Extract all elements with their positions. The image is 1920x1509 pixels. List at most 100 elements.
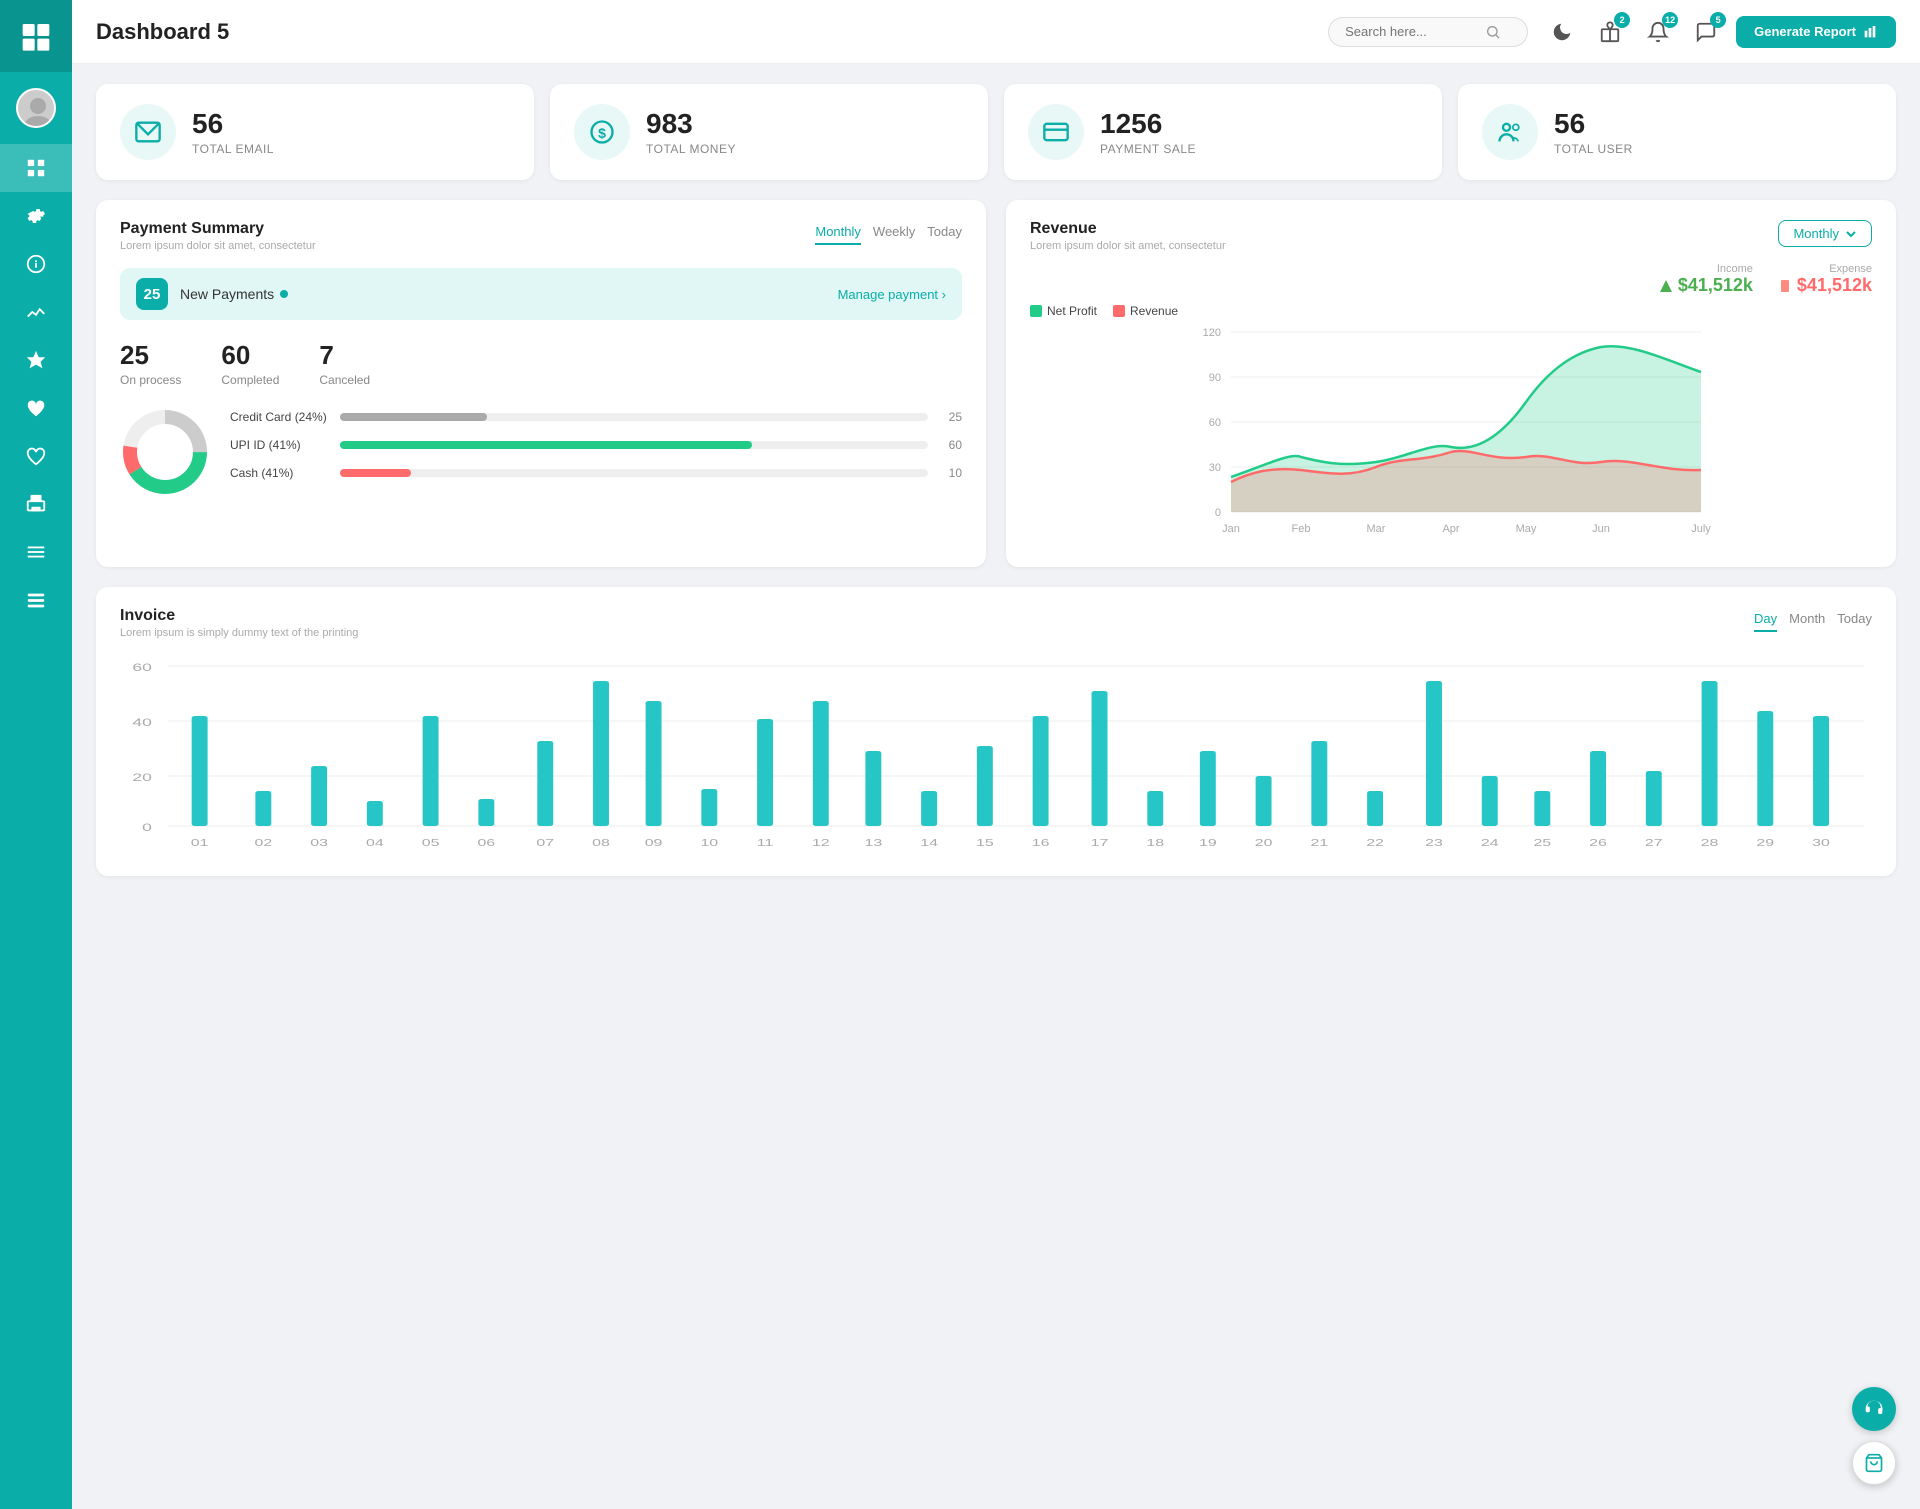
bar-upi: UPI ID (41%) 60	[230, 438, 962, 452]
sidebar-item-list[interactable]	[0, 576, 72, 624]
email-icon	[134, 118, 162, 146]
star-icon	[25, 349, 47, 371]
svg-text:Jun: Jun	[1592, 523, 1610, 535]
stat-label-money: TOTAL MONEY	[646, 142, 736, 156]
menu-icon	[25, 541, 47, 563]
search-input[interactable]	[1345, 24, 1485, 39]
stat-on-process: 25 On process	[120, 340, 181, 387]
sidebar-item-heart2[interactable]	[0, 432, 72, 480]
svg-text:60: 60	[1209, 417, 1221, 429]
svg-text:July: July	[1691, 523, 1711, 535]
sidebar	[0, 0, 72, 1509]
email-icon-wrap	[120, 104, 176, 160]
tab-today[interactable]: Today	[1837, 607, 1872, 632]
notification-btn1[interactable]: 2	[1592, 14, 1628, 50]
svg-text:04: 04	[366, 837, 384, 848]
payment-summary-card: Payment Summary Lorem ipsum dolor sit am…	[96, 200, 986, 567]
bar-cash: Cash (41%) 10	[230, 466, 962, 480]
revenue-subtitle: Lorem ipsum dolor sit amet, consectetur	[1030, 240, 1226, 252]
sidebar-item-star[interactable]	[0, 336, 72, 384]
sidebar-item-settings[interactable]	[0, 192, 72, 240]
revenue-filter-label: Monthly	[1793, 226, 1839, 241]
payment-tabs: Monthly Weekly Today	[815, 220, 962, 245]
avatar[interactable]	[16, 88, 56, 128]
income-expense: Income $41,512k Expense $41,5	[1658, 263, 1872, 296]
revenue-header: Revenue Lorem ipsum dolor sit amet, cons…	[1030, 220, 1872, 296]
svg-text:60: 60	[132, 662, 151, 674]
chart-legend: Net Profit Revenue	[1030, 304, 1872, 318]
svg-text:05: 05	[422, 837, 440, 848]
stat-value-payment: 1256	[1100, 108, 1196, 140]
stat-value-money: 983	[646, 108, 736, 140]
sidebar-item-heart[interactable]	[0, 384, 72, 432]
support-float-btn[interactable]	[1852, 1387, 1896, 1431]
new-payments-left: 25 New Payments	[136, 278, 288, 310]
tab-weekly[interactable]: Weekly	[873, 220, 915, 245]
badge3: 5	[1710, 12, 1726, 28]
logo-icon	[20, 20, 52, 52]
stat-info-user: 56 TOTAL USER	[1554, 108, 1633, 156]
chart-icon	[25, 301, 47, 323]
manage-payment-link[interactable]: Manage payment ›	[838, 287, 946, 302]
bar-fill-credit	[340, 413, 487, 421]
np-badge: 25	[136, 278, 168, 310]
tab-day[interactable]: Day	[1754, 607, 1777, 632]
svg-text:90: 90	[1209, 372, 1221, 384]
income-icon	[1658, 278, 1674, 294]
svg-text:07: 07	[536, 837, 554, 848]
stat-info-money: 983 TOTAL MONEY	[646, 108, 736, 156]
svg-text:25: 25	[1533, 837, 1551, 848]
svg-text:13: 13	[865, 837, 883, 848]
sidebar-item-print[interactable]	[0, 480, 72, 528]
invoice-bars	[192, 681, 1829, 826]
stat-value-email: 56	[192, 108, 274, 140]
sidebar-item-info[interactable]	[0, 240, 72, 288]
invoice-card: Invoice Lorem ipsum is simply dummy text…	[96, 587, 1896, 876]
stat-completed: 60 Completed	[221, 340, 279, 387]
card-icon	[1042, 118, 1070, 146]
revenue-filter-btn[interactable]: Monthly	[1778, 220, 1872, 247]
svg-text:08: 08	[592, 837, 610, 848]
svg-text:14: 14	[920, 837, 938, 848]
payment-summary-title-block: Payment Summary Lorem ipsum dolor sit am…	[120, 220, 316, 252]
svg-text:18: 18	[1146, 837, 1164, 848]
revenue-right: Monthly Income $41,512k	[1658, 220, 1872, 296]
generate-label: Generate Report	[1754, 24, 1856, 39]
expense-value: $41,512k	[1797, 275, 1872, 296]
cart-float-btn[interactable]	[1852, 1441, 1896, 1485]
invoice-tabs: Day Month Today	[1754, 607, 1872, 632]
svg-text:22: 22	[1366, 837, 1384, 848]
tab-today[interactable]: Today	[927, 220, 962, 245]
svg-text:16: 16	[1032, 837, 1050, 848]
message-btn[interactable]: 5	[1688, 14, 1724, 50]
svg-text:19: 19	[1199, 837, 1217, 848]
np-label: New Payments	[180, 286, 274, 302]
dark-mode-btn[interactable]	[1544, 14, 1580, 50]
sidebar-item-dashboard[interactable]	[0, 144, 72, 192]
legend-dot-revenue	[1113, 305, 1125, 317]
svg-text:29: 29	[1756, 837, 1774, 848]
search-box[interactable]	[1328, 17, 1528, 47]
svg-text:06: 06	[477, 837, 495, 848]
tab-monthly[interactable]: Monthly	[815, 220, 861, 245]
svg-text:40: 40	[132, 717, 151, 729]
expense-item: Expense $41,512k	[1777, 263, 1872, 296]
tab-month[interactable]: Month	[1789, 607, 1825, 632]
svg-text:11: 11	[757, 837, 774, 848]
stat-cards: 56 TOTAL EMAIL $ 983 TOTAL MONEY 1256	[96, 84, 1896, 180]
stat-label-email: TOTAL EMAIL	[192, 142, 274, 156]
generate-report-button[interactable]: Generate Report	[1736, 16, 1896, 48]
invoice-header: Invoice Lorem ipsum is simply dummy text…	[120, 607, 1872, 639]
sidebar-item-chart[interactable]	[0, 288, 72, 336]
revenue-title-block: Revenue Lorem ipsum dolor sit amet, cons…	[1030, 220, 1226, 252]
payment-summary-subtitle: Lorem ipsum dolor sit amet, consectetur	[120, 240, 316, 252]
svg-text:26: 26	[1589, 837, 1607, 848]
donut-svg	[120, 407, 210, 497]
stat-canceled: 7 Canceled	[319, 340, 370, 387]
invoice-title-block: Invoice Lorem ipsum is simply dummy text…	[120, 607, 358, 639]
notification-btn2[interactable]: 12	[1640, 14, 1676, 50]
print-icon	[25, 493, 47, 515]
svg-text:0: 0	[1215, 507, 1221, 519]
sidebar-item-menu[interactable]	[0, 528, 72, 576]
stat-info-payment: 1256 PAYMENT SALE	[1100, 108, 1196, 156]
